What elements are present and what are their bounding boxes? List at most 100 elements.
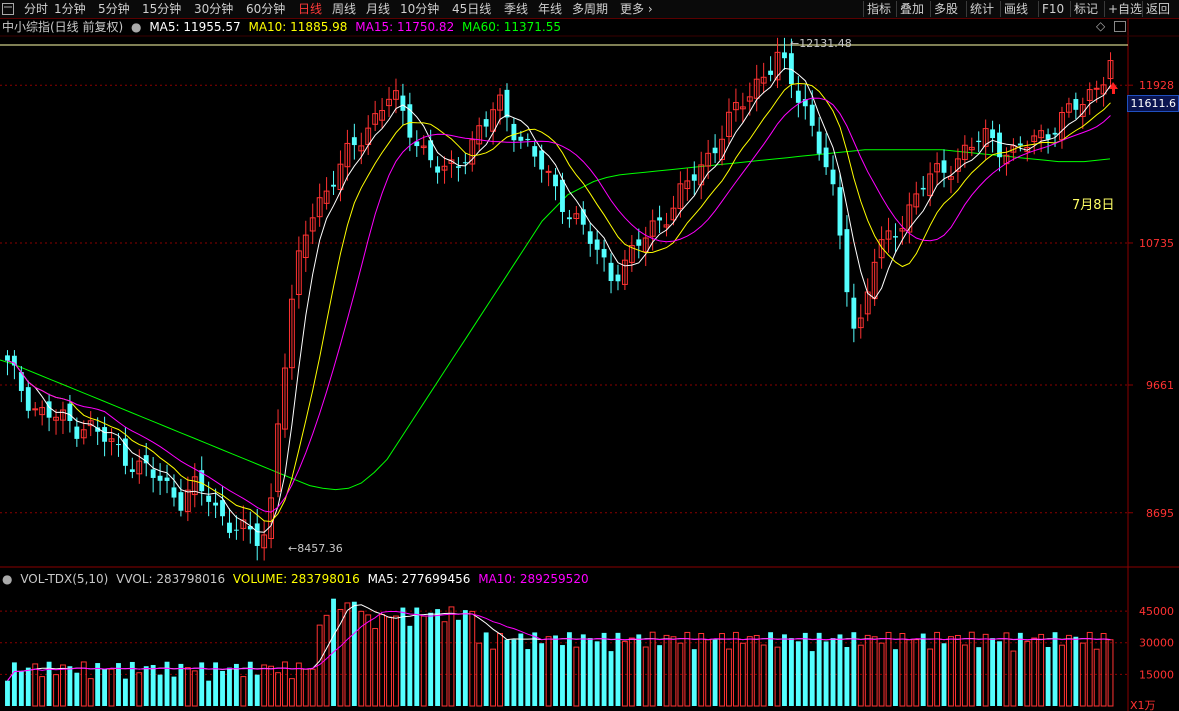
volume-bar [649, 631, 656, 707]
volume-bar [150, 664, 156, 706]
volume-bar [712, 639, 718, 706]
volume-bar [1086, 631, 1093, 707]
kline-chart[interactable]: 11928 10735 9661 8695 45000 30000 15000 X1万 ←12… [0, 0, 1179, 711]
volume-bar [414, 607, 420, 706]
volume-bar [351, 601, 357, 706]
volume-bar [184, 667, 191, 707]
window-menu-icon[interactable] [2, 0, 14, 18]
candle-body [455, 166, 461, 168]
tab-period-4[interactable]: 30分钟 [194, 0, 233, 18]
tab-period-8[interactable]: 月线 [366, 0, 390, 18]
volume-bar [691, 649, 697, 706]
volume-bar [1093, 648, 1100, 707]
tab-period-12[interactable]: 年线 [538, 0, 562, 18]
volume-bar [136, 672, 143, 707]
period-toolbar: 分时 1分钟 5分钟 15分钟 30分钟 60分钟 日线 周线 月线 10分钟 45日线 季线 年线 多周… [0, 0, 1179, 19]
candle-body [435, 166, 441, 173]
volume-bar [518, 633, 524, 706]
vvol-label: VVOL: 283798016 [116, 572, 226, 586]
volume-bar [504, 639, 510, 706]
volume-bar [1010, 650, 1017, 707]
volume-bar [386, 616, 392, 707]
tab-period-6[interactable]: 日线 [298, 0, 322, 18]
ma-legend: 中小综指(日线 前复权) ● MA5: 11955.57 MA10: 11885… [0, 19, 565, 35]
volume-bar [997, 641, 1002, 706]
volume-bar [954, 634, 961, 707]
toolbar-button-1[interactable]: 叠加 [900, 0, 924, 18]
tab-period-13[interactable]: 多周期 [572, 0, 608, 18]
volume-bar [913, 639, 920, 707]
candle-body [129, 469, 135, 472]
vol-ma10-label: MA10: 289259520 [478, 572, 589, 586]
tab-period-0[interactable]: 分时 [24, 0, 48, 18]
volume-bar [615, 632, 621, 706]
toolbar-button-4[interactable]: 画线 [1004, 0, 1028, 18]
volume-bar [906, 639, 913, 707]
toolbar-button-5[interactable]: F10 [1042, 0, 1064, 18]
diamond-icon[interactable]: ◇ [1096, 19, 1105, 33]
toolbar-button-8[interactable]: 返回 [1146, 0, 1170, 18]
volume-bar [462, 610, 468, 706]
volume-bar [1031, 637, 1038, 707]
vol-settings-icon[interactable]: ● [0, 572, 12, 586]
volume-bar [719, 633, 725, 707]
volume-bar [927, 648, 934, 707]
candle-body [782, 52, 787, 59]
candle-body [254, 523, 260, 546]
candle-body [213, 502, 219, 506]
volume-bar [621, 640, 628, 707]
tab-period-2[interactable]: 5分钟 [98, 0, 130, 18]
volume-bar [1038, 633, 1045, 707]
volume-bar [774, 646, 781, 707]
maximize-icon[interactable] [1114, 21, 1126, 32]
toolbar-button-6[interactable]: 标记 [1074, 0, 1098, 18]
price-tick-label: 11928 [1139, 79, 1174, 92]
volume-bar [393, 615, 399, 707]
candle-body [539, 150, 545, 170]
candle-body [483, 119, 489, 127]
short-ma-lines [7, 67, 1111, 533]
toolbar-button-2[interactable]: 多股 [934, 0, 958, 18]
tab-period-7[interactable]: 周线 [332, 0, 356, 18]
volume-bar [1045, 646, 1051, 706]
candle-body [331, 184, 336, 187]
volume-bar [490, 648, 497, 707]
volume-bar [768, 632, 774, 706]
volume-bar [830, 638, 836, 706]
tab-period-14[interactable]: 更多 › [620, 0, 653, 18]
tab-period-9[interactable]: 10分钟 [400, 0, 439, 18]
candle-body [220, 500, 225, 517]
candle-body [816, 131, 822, 154]
candle-body [990, 129, 996, 139]
candle-body [712, 147, 718, 154]
volume-bar [802, 632, 808, 706]
axes: 11928 10735 9661 8695 45000 30000 15000 X1万 [1128, 79, 1174, 711]
candle-body [795, 90, 801, 103]
tab-period-1[interactable]: 1分钟 [54, 0, 86, 18]
candle-body [809, 104, 815, 126]
tab-period-5[interactable]: 60分钟 [246, 0, 285, 18]
volume-bar [1017, 632, 1023, 706]
tab-period-10[interactable]: 45日线 [452, 0, 491, 18]
volume-bar [275, 672, 281, 707]
volume-bar [809, 651, 815, 706]
candle-body [601, 248, 607, 258]
tab-period-3[interactable]: 15分钟 [142, 0, 181, 18]
toolbar-button-7[interactable]: +自选 [1108, 0, 1142, 18]
volume-legend: ● VOL-TDX(5,10) VVOL: 283798016 VOLUME: … [0, 571, 593, 587]
candle-body [837, 187, 843, 236]
volume-bar [379, 614, 386, 707]
tab-period-11[interactable]: 季线 [504, 0, 528, 18]
candle-body [1045, 134, 1051, 140]
indicator-settings-icon[interactable]: ● [131, 20, 141, 34]
toolbar-divider [1142, 1, 1143, 17]
toolbar-button-0[interactable]: 指标 [867, 0, 891, 18]
volume-bar [511, 639, 517, 706]
chart-annotations: ←12131.48 ←8457.36 7月8日 [288, 37, 1118, 555]
candle-body [351, 137, 357, 146]
toolbar-button-3[interactable]: 统计 [970, 0, 994, 18]
price-grid [0, 18, 1179, 711]
ma60-line [0, 149, 1111, 491]
candle-body [171, 487, 177, 498]
volume-bar [601, 632, 607, 706]
